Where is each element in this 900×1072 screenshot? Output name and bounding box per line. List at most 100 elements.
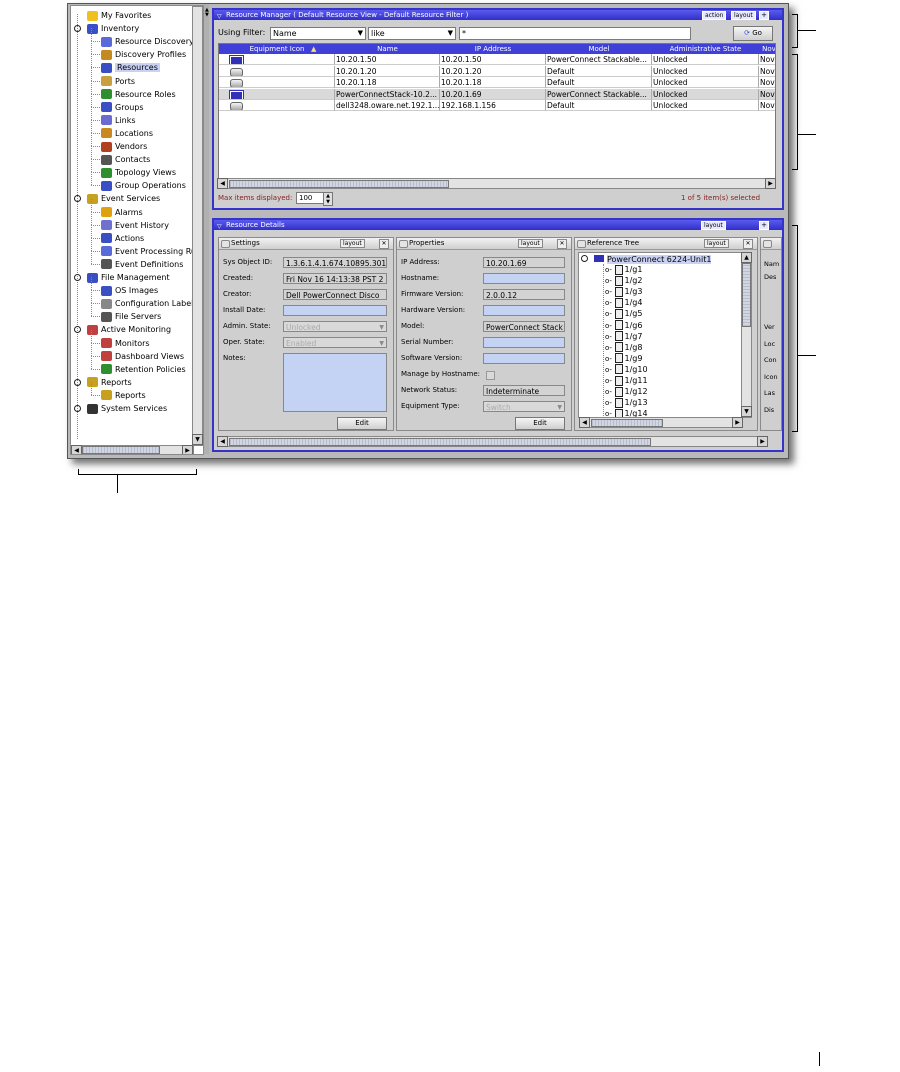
- tree-item-retention-policies[interactable]: Retention Policies: [101, 363, 186, 376]
- reference-tree-close-icon[interactable]: ✕: [743, 239, 753, 249]
- expand-toggle-icon[interactable]: [74, 195, 81, 203]
- table-cell[interactable]: Unlocked: [652, 88, 759, 100]
- settings-layout-button[interactable]: layout: [340, 239, 365, 248]
- tree-item-vendors[interactable]: Vendors: [101, 140, 147, 153]
- tree-item-event-processing-rules[interactable]: Event Processing Rules: [101, 245, 203, 258]
- settings-close-icon[interactable]: ✕: [379, 239, 389, 249]
- settings-edit-button[interactable]: Edit: [337, 417, 387, 430]
- tree-item-active-monitoring[interactable]: Active Monitoring: [87, 323, 171, 336]
- tree-item-dashboard-views[interactable]: Dashboard Views: [101, 350, 184, 363]
- admin-state-select[interactable]: Unlocked ▼: [283, 321, 387, 332]
- serial-field[interactable]: [483, 337, 565, 348]
- tree-item-event-services[interactable]: Event Services: [87, 192, 160, 205]
- details-add-button[interactable]: +: [759, 221, 769, 230]
- oper-state-select[interactable]: Enabled ▼: [283, 337, 387, 348]
- table-cell[interactable]: 10.20.1.20: [335, 65, 440, 77]
- software-field[interactable]: [483, 353, 565, 364]
- tree-item-reports[interactable]: Reports: [87, 376, 132, 389]
- tree-item-topology-views[interactable]: Topology Views: [101, 166, 176, 179]
- tree-item-reports[interactable]: Reports: [101, 389, 146, 402]
- tree-item-group-operations[interactable]: Group Operations: [101, 179, 186, 192]
- table-cell[interactable]: PowerConnectStack-10.2...: [335, 88, 440, 100]
- properties-close-icon[interactable]: ✕: [557, 239, 567, 249]
- hostname-field[interactable]: [483, 273, 565, 284]
- details-horizontal-scrollbar[interactable]: ◀ ▶: [217, 436, 768, 447]
- table-cell[interactable]: [219, 77, 335, 88]
- tree-item-configuration-labels[interactable]: Configuration Labels: [101, 297, 198, 310]
- splitter-handle[interactable]: ▲ ▼: [204, 4, 209, 454]
- filter-value-input[interactable]: *: [459, 27, 691, 40]
- properties-layout-button[interactable]: layout: [518, 239, 543, 248]
- properties-edit-button[interactable]: Edit: [515, 417, 565, 430]
- tree-item-file-servers[interactable]: File Servers: [101, 310, 161, 323]
- tree-item-contacts[interactable]: Contacts: [101, 153, 150, 166]
- column-header-equipment-icon[interactable]: Equipment Icon: [219, 44, 336, 54]
- manage-by-hostname-checkbox[interactable]: [486, 371, 495, 380]
- max-items-spinner[interactable]: ▲ ▼: [323, 192, 333, 206]
- add-frame-button[interactable]: +: [759, 11, 769, 20]
- table-cell[interactable]: 10.20.1.18: [335, 77, 440, 88]
- install-date-field[interactable]: [283, 305, 387, 316]
- table-cell[interactable]: Default: [546, 100, 652, 111]
- hardware-field[interactable]: [483, 305, 565, 316]
- filter-field-select[interactable]: Name ▼: [270, 27, 366, 40]
- tree-item-resource-roles[interactable]: Resource Roles: [101, 88, 176, 101]
- table-cell[interactable]: Unlocked: [652, 54, 759, 65]
- tree-horizontal-scrollbar[interactable]: ◀ ▶: [71, 445, 194, 454]
- reference-tree-layout-button[interactable]: layout: [704, 239, 729, 248]
- table-cell[interactable]: PowerConnect Stackable...: [546, 88, 652, 100]
- column-header-model[interactable]: Model: [546, 44, 653, 54]
- table-cell[interactable]: Default: [546, 65, 652, 77]
- expand-toggle-icon[interactable]: [74, 405, 81, 412]
- collapse-icon[interactable]: ▽: [217, 222, 222, 232]
- table-cell[interactable]: Nov: [759, 54, 775, 65]
- table-cell[interactable]: Nov: [759, 66, 775, 77]
- reference-tree-vertical-scrollbar[interactable]: ▲ ▼: [741, 252, 752, 418]
- tree-item-event-definitions[interactable]: Event Definitions: [101, 258, 183, 271]
- notes-textarea[interactable]: [283, 353, 387, 412]
- table-cell[interactable]: Nov: [759, 77, 775, 88]
- table-cell[interactable]: Nov: [759, 100, 775, 111]
- tree-item-my-favorites[interactable]: My Favorites: [87, 9, 151, 22]
- table-cell[interactable]: 10.20.1.69: [440, 88, 546, 100]
- expand-toggle-icon[interactable]: [74, 326, 81, 334]
- table-cell[interactable]: Default: [546, 77, 652, 88]
- table-cell[interactable]: dell3248.oware.net.192.1...: [335, 100, 440, 111]
- collapse-icon[interactable]: ▽: [217, 12, 222, 22]
- table-cell[interactable]: Unlocked: [652, 65, 759, 77]
- tree-vertical-scrollbar[interactable]: ▼: [192, 6, 203, 446]
- expand-toggle-icon[interactable]: [74, 378, 81, 386]
- details-layout-button[interactable]: layout: [701, 221, 726, 230]
- table-cell[interactable]: Unlocked: [652, 77, 759, 88]
- sort-ascending-icon[interactable]: ▲: [311, 45, 316, 53]
- column-header-name[interactable]: Name: [335, 44, 441, 54]
- table-cell[interactable]: [219, 100, 335, 111]
- table-cell[interactable]: 10.20.1.18: [440, 77, 546, 88]
- column-header-administrative-state[interactable]: Administrative State: [652, 44, 760, 54]
- equipment-type-select[interactable]: Switch ▼: [483, 401, 565, 412]
- tree-item-os-images[interactable]: OS Images: [101, 284, 158, 297]
- table-cell[interactable]: Nov: [759, 88, 775, 100]
- table-cell[interactable]: PowerConnect Stackable...: [546, 54, 652, 65]
- tree-item-alarms[interactable]: Alarms: [101, 206, 143, 219]
- table-cell[interactable]: 10.20.1.50: [440, 54, 546, 65]
- table-cell[interactable]: Unlocked: [652, 100, 759, 111]
- table-cell[interactable]: [219, 65, 335, 77]
- tree-item-inventory[interactable]: Inventory: [87, 22, 139, 35]
- tree-item-system-services[interactable]: System Services: [87, 402, 167, 415]
- filter-operator-select[interactable]: like ▼: [368, 27, 456, 40]
- table-cell[interactable]: 192.168.1.156: [440, 100, 546, 111]
- table-cell[interactable]: 10.20.1.50: [335, 54, 440, 65]
- tree-item-file-management[interactable]: File Management: [87, 271, 170, 284]
- table-horizontal-scrollbar[interactable]: ◀ ▶: [217, 178, 776, 189]
- go-button[interactable]: ⟳ Go: [733, 26, 773, 41]
- tree-item-resource-discovery[interactable]: Resource Discovery: [101, 35, 194, 48]
- tree-item-discovery-profiles[interactable]: Discovery Profiles: [101, 48, 186, 61]
- reference-tree-horizontal-scrollbar[interactable]: ◀ ▶: [579, 417, 743, 428]
- layout-button[interactable]: layout: [731, 11, 756, 20]
- tree-item-links[interactable]: Links: [101, 114, 136, 127]
- tree-item-resources[interactable]: Resources: [101, 61, 160, 74]
- table-cell[interactable]: [219, 88, 335, 100]
- tree-item-groups[interactable]: Groups: [101, 101, 144, 114]
- tree-item-ports[interactable]: Ports: [101, 75, 135, 88]
